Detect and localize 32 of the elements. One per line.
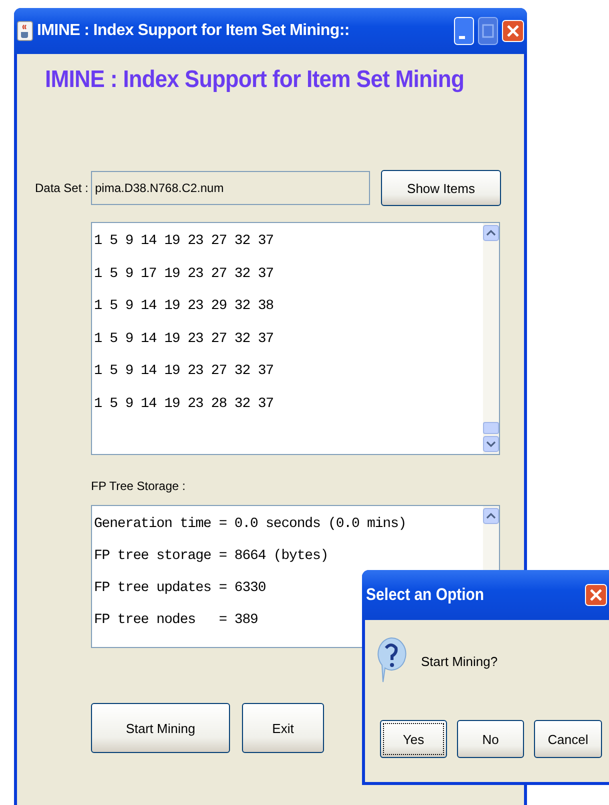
window-title: IMINE : Index Support for Item Set Mining:: bbox=[37, 22, 350, 40]
dialog-button[interactable]: Yes bbox=[380, 720, 447, 758]
item-line: 1 5 9 14 19 23 29 32 38 bbox=[94, 297, 274, 316]
scroll-up-button[interactable] bbox=[483, 223, 499, 243]
fp-tree-label: FP Tree Storage : bbox=[91, 479, 186, 493]
dialog-message: Start Mining? bbox=[421, 654, 498, 668]
scroll-thumb[interactable] bbox=[483, 422, 499, 434]
item-line: 1 5 9 17 19 23 27 32 37 bbox=[94, 264, 274, 284]
dialog-button[interactable]: Cancel bbox=[534, 720, 602, 758]
close-button[interactable] bbox=[502, 17, 524, 45]
exit-button[interactable]: Exit bbox=[242, 703, 324, 753]
item-line: 1 5 9 14 19 23 27 32 37 bbox=[94, 330, 274, 348]
item-line: 1 5 9 14 19 23 28 32 37 bbox=[94, 394, 274, 414]
dialog-title: Select an Option bbox=[366, 585, 486, 605]
minimize-button[interactable] bbox=[454, 17, 474, 45]
scroll-up-button[interactable] bbox=[483, 506, 499, 526]
output-line: Generation time = 0.0 seconds (0.0 mins) bbox=[94, 515, 406, 534]
items-text-area[interactable]: 1 5 9 14 19 23 27 32 37 1 5 9 17 19 23 27 32 37 1 5 9 14 19 23 29 32 38 1 5 9 14 19 23 27 32 37 1 5 9 14 19 23 27 32 37 1 5 9 14 19 23 28 32 37 bbox=[91, 222, 500, 455]
scroll-down-button[interactable] bbox=[483, 434, 499, 454]
coffee-cup-icon bbox=[17, 21, 33, 41]
output-line: FP tree updates = 6330 bbox=[94, 579, 266, 598]
show-items-button[interactable]: Show Items bbox=[381, 170, 501, 206]
dialog-close-button[interactable] bbox=[585, 581, 607, 609]
start-mining-button[interactable]: Start Mining bbox=[91, 703, 230, 753]
item-line: 1 5 9 14 19 23 27 32 37 bbox=[94, 232, 274, 251]
data-set-label: Data Set : bbox=[35, 181, 90, 195]
data-set-field[interactable]: pima.D38.N768.C2.num bbox=[91, 171, 370, 205]
output-line: FP tree storage = 8664 (bytes) bbox=[94, 547, 328, 566]
app-heading: IMINE : Index Support for Item Set Mining bbox=[45, 66, 466, 94]
item-line: 1 5 9 14 19 23 27 32 37 bbox=[94, 362, 274, 381]
output-line: FP tree nodes = 389 bbox=[94, 611, 258, 630]
dialog-button[interactable]: No bbox=[457, 720, 524, 758]
